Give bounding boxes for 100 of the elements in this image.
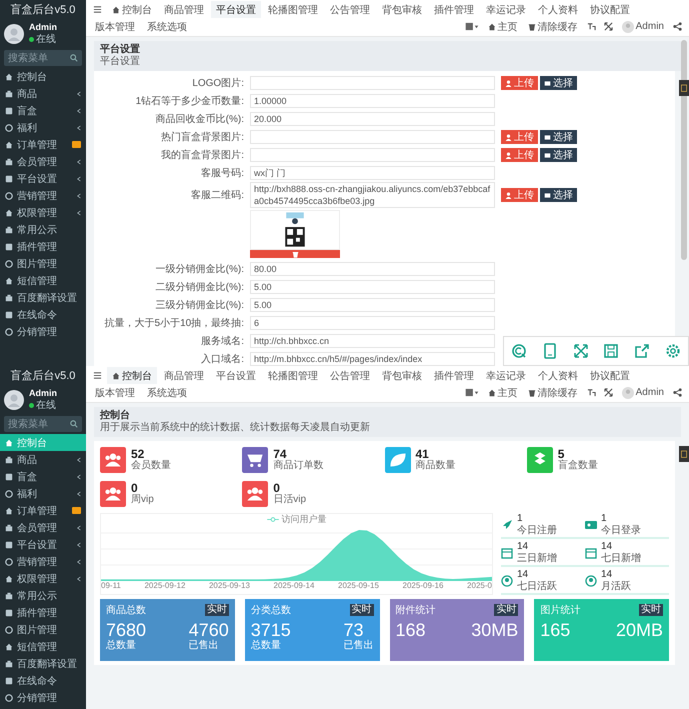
input-field[interactable]: 5.00 — [250, 280, 495, 294]
choose-button[interactable]: 选择 — [540, 188, 577, 202]
tab[interactable]: 平台设置 — [211, 1, 261, 18]
menu-item[interactable]: 权限管理 — [0, 204, 86, 221]
tab[interactable]: 插件管理 — [429, 367, 479, 384]
choose-button[interactable]: 选择 — [540, 130, 577, 144]
grid-icon[interactable] — [464, 388, 479, 397]
grid-icon[interactable] — [464, 22, 479, 31]
input-field[interactable]: 5.00 — [250, 298, 495, 312]
home-link[interactable]: 主页 — [484, 384, 522, 401]
input-field[interactable]: 80.00 — [250, 262, 495, 276]
tablet-icon[interactable] — [542, 343, 558, 359]
menu-item[interactable]: 订单管理 — [0, 502, 86, 519]
menu-item[interactable]: 插件管理 — [0, 604, 86, 621]
menu-item[interactable]: 商品 — [0, 451, 86, 468]
tab[interactable]: 幸运记录 — [481, 367, 531, 384]
input-field[interactable] — [250, 148, 495, 162]
tab[interactable]: 版本管理 — [90, 18, 140, 35]
tab[interactable]: 商品管理 — [159, 367, 209, 384]
menu-icon[interactable] — [93, 5, 102, 14]
input-field[interactable]: http://ch.bhbxcc.cn — [250, 334, 495, 348]
upload-button[interactable]: 上传 — [501, 76, 538, 90]
input-field[interactable]: http://m.bhbxcc.cn/h5/#/pages/index/index — [250, 352, 495, 366]
clear-cache-button[interactable]: 清除缓存 — [524, 18, 582, 35]
share-icon[interactable] — [673, 388, 682, 397]
tab[interactable]: 系统选项 — [142, 18, 192, 35]
menu-item[interactable]: 分销管理 — [0, 323, 86, 340]
menu-item[interactable]: 商品 — [0, 85, 86, 102]
input-field[interactable]: wx门 门 — [250, 166, 495, 180]
upload-button[interactable]: 上传 — [501, 148, 538, 162]
menu-item[interactable]: 短信管理 — [0, 638, 86, 655]
menu-item[interactable]: 图片管理 — [0, 621, 86, 638]
choose-button[interactable]: 选择 — [540, 148, 577, 162]
user-menu[interactable]: Admin — [618, 384, 668, 401]
tab[interactable]: 公告管理 — [325, 367, 375, 384]
tab[interactable]: 商品管理 — [159, 1, 209, 18]
upload-button[interactable]: 上传 — [501, 130, 538, 144]
choose-button[interactable]: 选择 — [540, 76, 577, 90]
side-panel-button[interactable] — [679, 80, 689, 96]
menu-item[interactable]: 会员管理 — [0, 153, 86, 170]
menu-item[interactable]: 插件管理 — [0, 238, 86, 255]
tab[interactable]: 轮播图管理 — [263, 1, 323, 18]
menu-item[interactable]: 营销管理 — [0, 553, 86, 570]
menu-item[interactable]: 控制台 — [0, 68, 86, 85]
menu-item[interactable]: 常用公示 — [0, 587, 86, 604]
tab[interactable]: 系统选项 — [142, 384, 192, 401]
side-panel-button[interactable] — [679, 446, 689, 462]
tab[interactable]: 版本管理 — [90, 384, 140, 401]
input-field[interactable] — [250, 130, 495, 144]
menu-item[interactable]: 盲盒 — [0, 468, 86, 485]
menu-item[interactable]: 权限管理 — [0, 570, 86, 587]
menu-item[interactable]: 盲盒 — [0, 102, 86, 119]
input-field[interactable]: 20.000 — [250, 112, 495, 126]
menu-item[interactable]: 在线命令 — [0, 672, 86, 689]
tab[interactable]: 背包审核 — [377, 367, 427, 384]
tab[interactable]: 协议配置 — [585, 1, 635, 18]
input-field[interactable]: 6 — [250, 316, 495, 330]
tab[interactable]: 控制台 — [107, 367, 157, 384]
menu-item[interactable]: 营销管理 — [0, 187, 86, 204]
menu-item[interactable]: 在线命令 — [0, 306, 86, 323]
tab[interactable]: 控制台 — [107, 1, 157, 18]
fullscreen-icon[interactable] — [604, 388, 613, 397]
clear-cache-button[interactable]: 清除缓存 — [524, 384, 582, 401]
tab[interactable]: 幸运记录 — [481, 1, 531, 18]
tab[interactable]: 个人资料 — [533, 1, 583, 18]
expand-icon[interactable] — [572, 343, 589, 359]
menu-item[interactable]: 图片管理 — [0, 255, 86, 272]
menu-item[interactable]: 会员管理 — [0, 519, 86, 536]
input-field[interactable]: 1.00000 — [250, 94, 495, 108]
delete-button[interactable] — [250, 250, 340, 258]
share-icon[interactable] — [634, 343, 650, 359]
tab[interactable]: 背包审核 — [377, 1, 427, 18]
input-field[interactable] — [250, 76, 495, 90]
search-field[interactable]: 搜索菜单 — [4, 416, 82, 432]
menu-icon[interactable] — [93, 371, 102, 380]
menu-item[interactable]: 百度翻译设置 — [0, 289, 86, 306]
menu-item[interactable]: 福利 — [0, 119, 86, 136]
settings-icon[interactable] — [664, 343, 681, 359]
menu-item[interactable]: 短信管理 — [0, 272, 86, 289]
menu-item[interactable]: 订单管理 — [0, 136, 86, 153]
menu-item[interactable]: 常用公示 — [0, 221, 86, 238]
search-field[interactable]: 搜索菜单 — [4, 50, 82, 66]
user-menu[interactable]: Admin — [618, 18, 668, 35]
menu-item[interactable]: 百度翻译设置 — [0, 655, 86, 672]
upload-button[interactable]: 上传 — [501, 188, 538, 202]
tab[interactable]: 平台设置 — [211, 367, 261, 384]
home-link[interactable]: 主页 — [484, 18, 522, 35]
tab[interactable]: 公告管理 — [325, 1, 375, 18]
translate-icon[interactable] — [586, 388, 596, 397]
fullscreen-icon[interactable] — [604, 22, 613, 31]
tab[interactable]: 个人资料 — [533, 367, 583, 384]
scrollbar[interactable] — [681, 40, 687, 260]
menu-item[interactable]: 福利 — [0, 485, 86, 502]
menu-item[interactable]: 分销管理 — [0, 689, 86, 706]
tab[interactable]: 轮播图管理 — [263, 367, 323, 384]
menu-item[interactable]: 平台设置 — [0, 536, 86, 553]
share-icon[interactable] — [673, 22, 682, 31]
input-field[interactable]: http://bxh888.oss-cn-zhangjiakou.aliyuncs.com/eb37ebbcafa0cb4574495cca3b6fbe03.jpg — [250, 182, 495, 208]
circle-q-icon[interactable] — [511, 343, 528, 359]
menu-item[interactable]: 平台设置 — [0, 170, 86, 187]
